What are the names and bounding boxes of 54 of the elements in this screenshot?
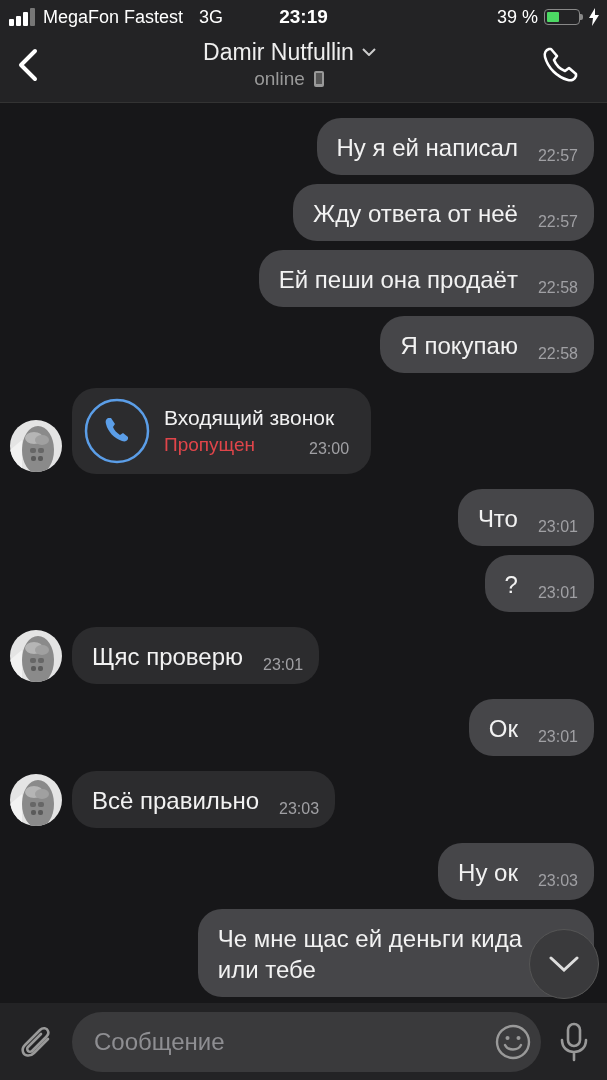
contact-name[interactable]: Damir Nutfullin <box>203 38 354 66</box>
message-bubble[interactable]: Что 23:01 <box>457 489 594 546</box>
message-text: Я покупаю <box>400 331 518 361</box>
message-bubble[interactable]: Ну я ей написал 22:57 <box>316 118 594 175</box>
message-time: 23:01 <box>263 656 304 674</box>
call-bubble[interactable]: Входящий звонок Пропущен 23:00 <box>72 388 372 474</box>
message-text: Ну ок <box>458 858 518 888</box>
back-icon[interactable] <box>18 48 38 82</box>
message-text: Ок <box>488 714 518 744</box>
call-icon[interactable] <box>541 46 579 84</box>
message-bubble[interactable]: Щяс проверю 23:01 <box>72 627 320 684</box>
message-time: 23:01 <box>537 518 578 536</box>
message-text: Что <box>477 504 518 534</box>
battery-percent: 39 % <box>496 6 538 28</box>
message-text: Всё правильно <box>92 786 259 816</box>
message-bubble[interactable]: Я покупаю 22:58 <box>380 316 594 373</box>
call-status: Пропущен <box>164 434 256 456</box>
message-time: 23:01 <box>537 584 578 602</box>
message-bubble[interactable]: Ок 23:01 <box>468 699 594 756</box>
microphone-icon[interactable] <box>559 1021 589 1062</box>
message-text: Ей пеши она продаёт <box>278 265 518 295</box>
message-time: 23:03 <box>537 872 578 890</box>
message-bubble[interactable]: Ей пеши она продаёт 22:58 <box>258 250 594 307</box>
message-bubble[interactable]: ? 23:01 <box>484 555 594 612</box>
phone-icon <box>84 398 150 464</box>
message-text: Щяс проверю <box>92 642 244 672</box>
message-time: 23:03 <box>279 800 320 818</box>
call-title: Входящий звонок <box>164 406 336 430</box>
signal-icon <box>9 8 37 26</box>
message-text: ? <box>504 570 518 600</box>
message-time: 22:58 <box>537 345 578 363</box>
message-time: 23:01 <box>537 728 578 746</box>
emoji-icon[interactable] <box>495 1023 531 1060</box>
carrier-name: MegaFon Fastest <box>43 6 184 28</box>
message-text: Че мне щас ей деньги кида или тебе <box>217 924 522 985</box>
online-status: online <box>254 67 305 90</box>
message-bubble[interactable]: Че мне щас ей деньги кида или тебе <box>197 909 594 997</box>
message-bubble[interactable]: Ну ок 23:03 <box>438 843 594 900</box>
battery-icon <box>544 9 583 25</box>
phone-device-icon <box>312 69 325 88</box>
message-text: Ну я ей написал <box>336 133 518 163</box>
message-time: 22:57 <box>537 213 578 231</box>
message-time: 22:57 <box>537 147 578 165</box>
message-bubble[interactable]: Всё правильно 23:03 <box>72 771 336 828</box>
message-time: 22:58 <box>537 279 578 297</box>
clock: 23:19 <box>279 6 328 28</box>
chevron-down-icon <box>549 956 579 972</box>
network-type: 3G <box>199 6 224 28</box>
message-bubble[interactable]: Жду ответа от неё 22:57 <box>293 184 594 241</box>
message-field[interactable]: Сообщение <box>72 1011 541 1072</box>
chevron-down-icon[interactable] <box>361 48 376 56</box>
message-text: Жду ответа от неё <box>313 199 518 229</box>
charging-icon <box>589 8 599 26</box>
message-time: 23:00 <box>309 440 350 458</box>
